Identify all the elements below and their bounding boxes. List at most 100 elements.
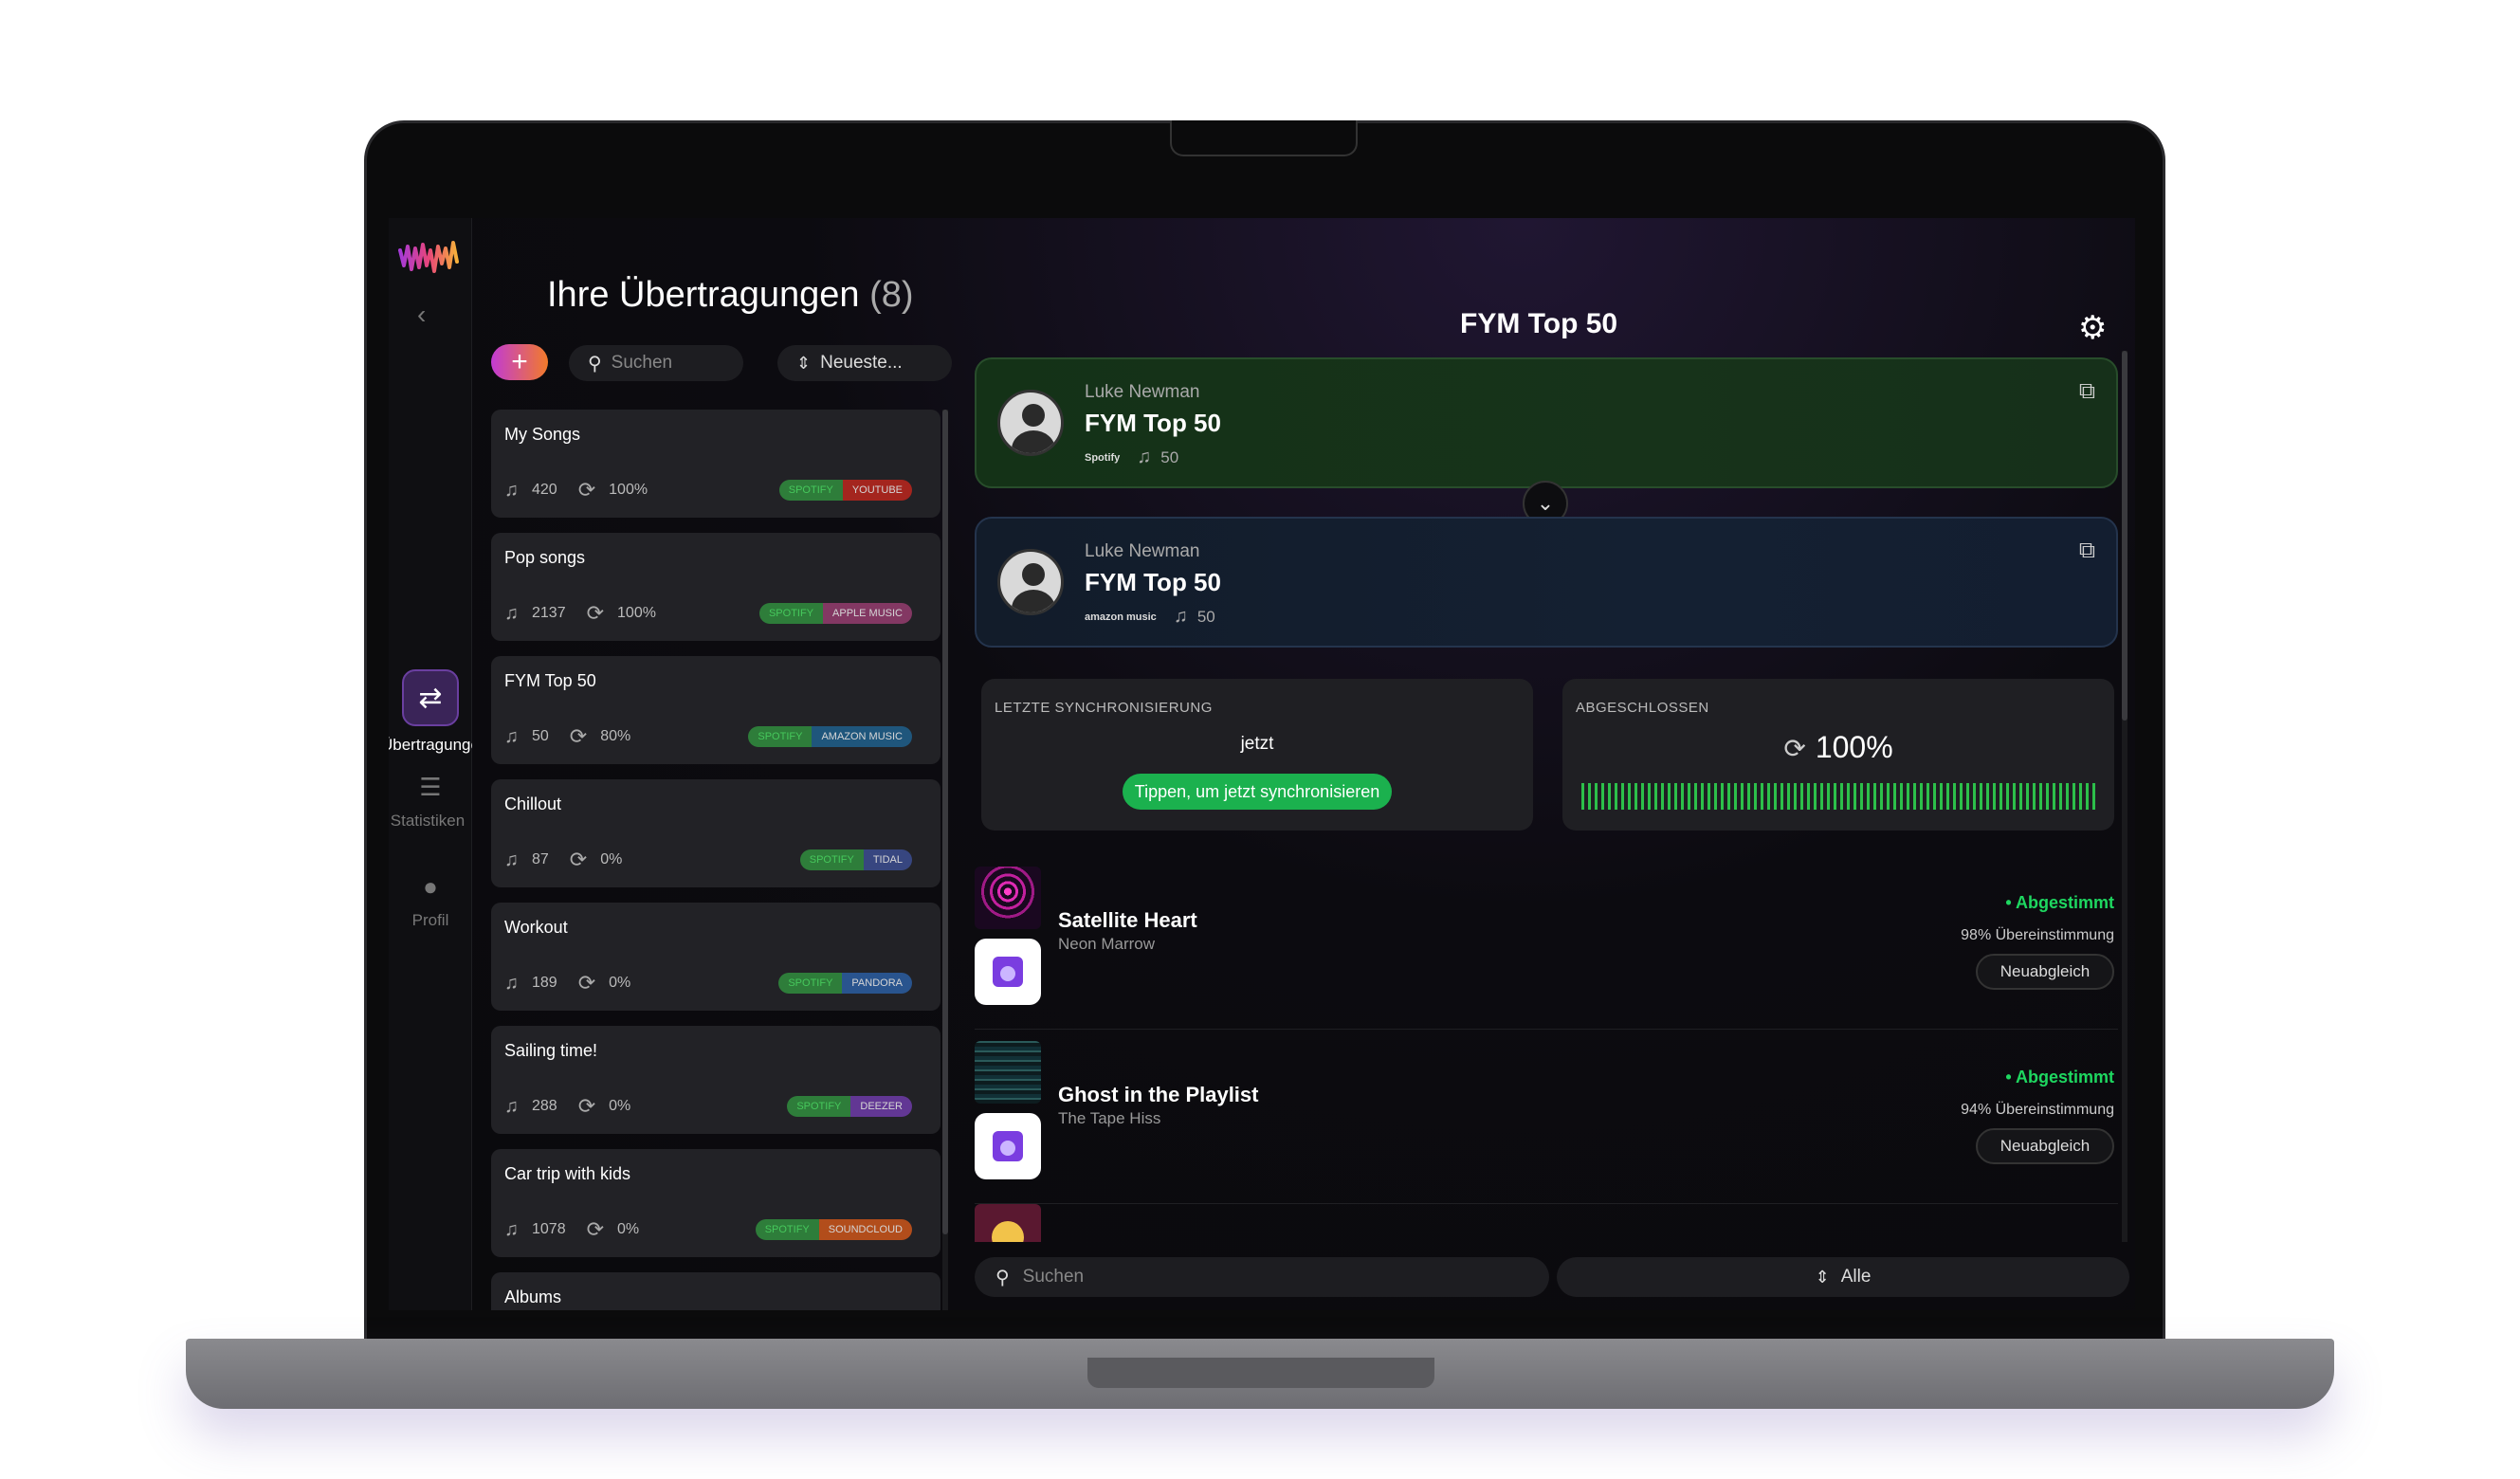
source-service-tag: SPOTIFY — [748, 726, 813, 747]
search-icon: ⚲ — [588, 353, 602, 374]
nav-label: Profil — [411, 911, 449, 929]
transfer-name: Car trip with kids — [504, 1164, 631, 1183]
laptop-groove — [1087, 1358, 1434, 1388]
collapse-chevron-icon[interactable]: ‹ — [417, 300, 426, 330]
sync-icon: ⟳ — [1783, 734, 1806, 763]
source-service-tag: SPOTIFY — [778, 973, 843, 994]
match-status: • Abgestimmt — [2005, 893, 2114, 912]
transfer-card[interactable]: Sailing time! ♫ 288 ⟳ 0% SPOTIFY DEEZER — [491, 1026, 940, 1134]
transfer-search-input[interactable]: ⚲ Suchen — [569, 345, 743, 381]
spotify-logo: Spotify — [1085, 451, 1121, 464]
source-service-tag: SPOTIFY — [778, 480, 843, 501]
track-count: 288 — [532, 1098, 557, 1114]
list-item[interactable] — [975, 1204, 2118, 1242]
service-tags: SPOTIFY APPLE MUSIC — [758, 603, 912, 624]
source-playlist-card[interactable]: Luke Newman FYM Top 50 Spotify ♫ 50 ⧉ — [975, 357, 2118, 488]
track-filter-dropdown[interactable]: ⇕ Alle — [1557, 1257, 2129, 1297]
nav-item-stats[interactable]: ☰ Statistiken — [389, 773, 472, 831]
stat-label: LETZTE SYNCHRONISIERUNG — [995, 700, 1213, 716]
match-percent: 98% Übereinstimmung — [1961, 927, 2114, 943]
transfer-card[interactable]: Workout ♫ 189 ⟳ 0% SPOTIFY PANDORA — [491, 903, 940, 1011]
service-tags: SPOTIFY YOUTUBE — [778, 480, 912, 501]
playlist-meta: amazon music ♫ 50 — [1085, 606, 1215, 628]
track-artist: The Tape Hiss — [1058, 1109, 1161, 1127]
gear-icon[interactable]: ⚙ — [2078, 309, 2107, 347]
destination-service-tag: SOUNDCLOUD — [818, 1219, 912, 1240]
track-list-scroll-thumb[interactable] — [2122, 351, 2127, 721]
music-note-icon: ♫ — [504, 972, 519, 994]
detail-title: FYM Top 50 — [1460, 308, 1618, 339]
list-item[interactable]: Ghost in the Playlist The Tape Hiss • Ab… — [975, 1030, 2118, 1204]
match-status: • Abgestimmt — [2005, 1068, 2114, 1086]
sync-icon: ⟳ — [577, 971, 596, 995]
match-percent: 94% Übereinstimmung — [1961, 1102, 2114, 1118]
search-placeholder: Suchen — [611, 353, 673, 373]
transfer-card[interactable]: Chillout ♫ 87 ⟳ 0% SPOTIFY TIDAL — [491, 779, 940, 887]
destination-service-tag: PANDORA — [842, 973, 912, 994]
destination-playlist-card[interactable]: Luke Newman FYM Top 50 amazon music ♫ 50… — [975, 517, 2118, 648]
track-count: 87 — [532, 851, 549, 867]
track-search-input[interactable]: ⚲ Suchen — [975, 1257, 1549, 1297]
sync-icon: ⟳ — [577, 1094, 596, 1118]
transfer-meta: ♫ 2137 ⟳ 100% — [504, 601, 656, 626]
transfer-meta: ♫ 87 ⟳ 0% — [504, 848, 622, 872]
transfer-list-scroll-thumb[interactable] — [942, 410, 948, 1234]
transfer-name: Sailing time! — [504, 1041, 598, 1060]
music-note-icon: ♫ — [504, 602, 519, 624]
music-note-icon: ♫ — [504, 849, 519, 870]
rematch-button[interactable]: Neuabgleich — [1976, 954, 2114, 990]
last-sync-box: LETZTE SYNCHRONISIERUNG jetzt Tippen, um… — [981, 679, 1533, 831]
nav-label: Statistiken — [390, 812, 466, 830]
transfer-meta: ♫ 420 ⟳ 100% — [504, 478, 648, 502]
transfer-card[interactable]: Car trip with kids ♫ 1078 ⟳ 0% SPOTIFY S… — [491, 1149, 940, 1257]
list-item[interactable]: Satellite Heart Neon Marrow • Abgestimmt… — [975, 855, 2118, 1030]
transfer-meta: ♫ 1078 ⟳ 0% — [504, 1217, 639, 1242]
playlist-name: FYM Top 50 — [1085, 568, 1221, 596]
service-tags: SPOTIFY PANDORA — [778, 973, 912, 994]
nav-item-transfers[interactable]: ⇄ Übertragungen — [389, 669, 472, 755]
music-app-icon — [975, 1113, 1041, 1179]
transfer-card[interactable]: Albums — [491, 1272, 940, 1310]
add-transfer-button[interactable]: + — [491, 344, 548, 380]
service-tags: SPOTIFY AMAZON MUSIC — [748, 726, 912, 747]
completed-percent: 100% — [1815, 730, 1893, 764]
sort-dropdown[interactable]: ⇕ Neueste... — [777, 345, 952, 381]
transfer-card[interactable]: Pop songs ♫ 2137 ⟳ 100% SPOTIFY APPLE MU… — [491, 533, 940, 641]
album-cover — [975, 1204, 1041, 1242]
sync-now-button[interactable]: Tippen, um jetzt synchronisieren — [1123, 774, 1392, 810]
transfer-card[interactable]: FYM Top 50 ♫ 50 ⟳ 80% SPOTIFY AMAZON MUS… — [491, 656, 940, 764]
service-tags: SPOTIFY DEEZER — [787, 1096, 912, 1117]
destination-service-tag: AMAZON MUSIC — [812, 726, 912, 747]
music-note-icon: ♫ — [504, 1095, 519, 1117]
app-logo-icon[interactable] — [398, 237, 461, 277]
transfer-name: Workout — [504, 918, 568, 937]
music-note-icon: ♫ — [1137, 447, 1152, 467]
music-note-icon: ♫ — [504, 1218, 519, 1240]
music-note-icon: ♫ — [504, 479, 519, 501]
sync-icon: ⟳ — [569, 724, 588, 748]
transfer-name: Pop songs — [504, 548, 586, 567]
track-title: Ghost in the Playlist — [1058, 1083, 1259, 1106]
transfer-name: Albums — [504, 1287, 562, 1306]
sync-percent: 100% — [617, 605, 656, 621]
transfer-meta: ♫ 288 ⟳ 0% — [504, 1094, 630, 1119]
sort-label: Neueste... — [820, 353, 903, 373]
nav-item-profile[interactable]: ● Profil — [389, 872, 472, 930]
sync-percent: 0% — [600, 851, 623, 867]
stat-label: ABGESCHLOSSEN — [1576, 700, 1709, 716]
sync-percent: 100% — [609, 482, 648, 498]
rematch-button[interactable]: Neuabgleich — [1976, 1128, 2114, 1164]
track-count: 50 — [532, 728, 549, 744]
sync-percent: 0% — [617, 1221, 640, 1237]
transfer-list: My Songs ♫ 420 ⟳ 100% SPOTIFY YOUTUBE Po… — [491, 410, 940, 1310]
search-icon: ⚲ — [995, 1267, 1010, 1288]
external-link-icon[interactable]: ⧉ — [2079, 538, 2095, 564]
transfer-meta: ♫ 189 ⟳ 0% — [504, 971, 630, 995]
service-tags: SPOTIFY SOUNDCLOUD — [755, 1219, 912, 1240]
search-placeholder: Suchen — [1022, 1267, 1085, 1287]
page-title-text: Ihre Übertragungen — [547, 275, 860, 315]
external-link-icon[interactable]: ⧉ — [2079, 378, 2095, 405]
playlist-owner: Luke Newman — [1085, 541, 1200, 561]
transfer-card[interactable]: My Songs ♫ 420 ⟳ 100% SPOTIFY YOUTUBE — [491, 410, 940, 518]
track-title: Satellite Heart — [1058, 908, 1197, 932]
